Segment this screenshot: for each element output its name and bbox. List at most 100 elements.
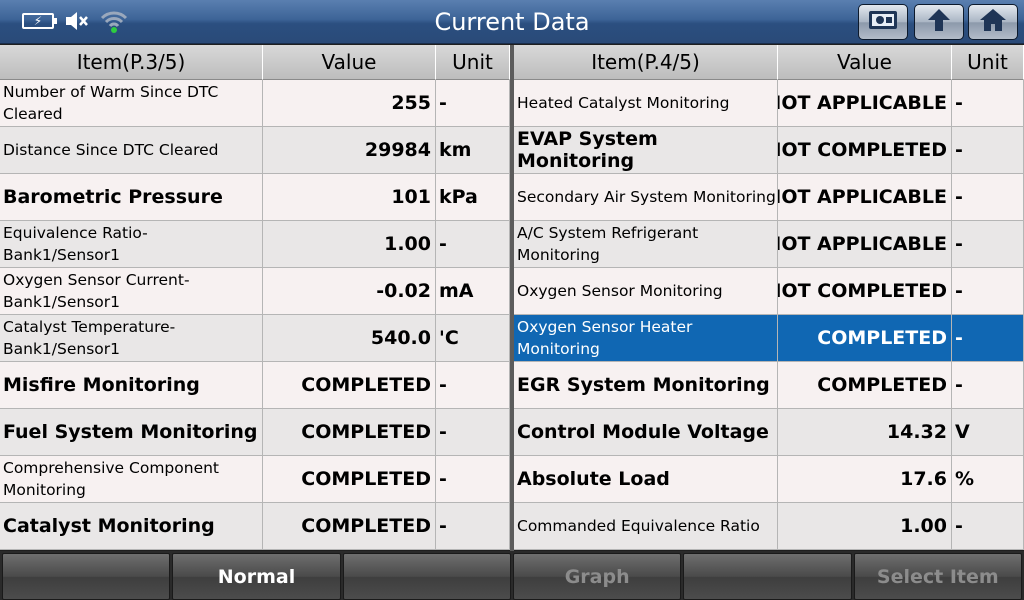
- table-row[interactable]: Heated Catalyst Monitoring NOT APPLICABL…: [514, 80, 1024, 127]
- row-unit: -: [436, 409, 510, 456]
- row-value: NOT APPLICABLE: [778, 174, 952, 221]
- home-icon: [978, 7, 1008, 37]
- row-item-label: EGR System Monitoring: [514, 362, 778, 409]
- row-item-label: Catalyst Temperature-Bank1/Sensor1: [0, 315, 263, 362]
- normal-button[interactable]: Normal: [172, 553, 341, 600]
- row-unit: 'C: [436, 315, 510, 362]
- table-row[interactable]: Commanded Equivalence Ratio 1.00 -: [514, 503, 1024, 550]
- row-value: 14.32: [778, 409, 952, 456]
- back-button[interactable]: [914, 4, 964, 40]
- row-value: COMPLETED: [778, 315, 952, 362]
- row-unit: -: [436, 362, 510, 409]
- row-unit: -: [952, 127, 1024, 174]
- row-value: 29984: [263, 127, 436, 174]
- row-unit: -: [952, 174, 1024, 221]
- row-value: 255: [263, 80, 436, 127]
- table-row[interactable]: EVAP System Monitoring NOT COMPLETED -: [514, 127, 1024, 174]
- row-value: NOT APPLICABLE: [778, 221, 952, 268]
- row-value: 101: [263, 174, 436, 221]
- empty-slot-button: [683, 553, 852, 600]
- row-unit: -: [952, 268, 1024, 315]
- row-item-label: Misfire Monitoring: [0, 362, 263, 409]
- table-row[interactable]: Number of Warm Since DTC Cleared 255 -: [0, 80, 510, 127]
- row-item-label: Oxygen Sensor Current-Bank1/Sensor1: [0, 268, 263, 315]
- table-row[interactable]: Oxygen Sensor Current-Bank1/Sensor1 -0.0…: [0, 268, 510, 315]
- row-item-label: Comprehensive Component Monitoring: [0, 456, 263, 503]
- table-row-selected[interactable]: Oxygen Sensor Heater Monitoring COMPLETE…: [514, 315, 1024, 362]
- bottom-toolbar: Normal Graph Select Item: [0, 551, 1024, 600]
- row-value: -0.02: [263, 268, 436, 315]
- item-column-header[interactable]: Item(P.3/5): [0, 45, 263, 80]
- row-unit: V: [952, 409, 1024, 456]
- row-item-label: Absolute Load: [514, 456, 778, 503]
- row-unit: -: [952, 503, 1024, 550]
- right-data-table: Item(P.4/5) Value Unit Heated Catalyst M…: [514, 45, 1024, 550]
- row-unit: -: [436, 80, 510, 127]
- table-row[interactable]: Catalyst Temperature-Bank1/Sensor1 540.0…: [0, 315, 510, 362]
- row-value: COMPLETED: [263, 456, 436, 503]
- table-row[interactable]: Oxygen Sensor Monitoring NOT COMPLETED -: [514, 268, 1024, 315]
- screenshot-icon: [867, 8, 899, 36]
- value-column-header[interactable]: Value: [263, 45, 436, 80]
- row-item-label: Barometric Pressure: [0, 174, 263, 221]
- empty-slot-button: [342, 553, 511, 600]
- row-item-label: Secondary Air System Monitoring: [514, 174, 778, 221]
- row-value: NOT COMPLETED: [778, 268, 952, 315]
- row-unit: -: [436, 221, 510, 268]
- row-unit: -: [436, 456, 510, 503]
- row-value: 1.00: [778, 503, 952, 550]
- row-item-label: Oxygen Sensor Monitoring: [514, 268, 778, 315]
- back-arrow-icon: [924, 7, 954, 37]
- table-row[interactable]: Distance Since DTC Cleared 29984 km: [0, 127, 510, 174]
- row-item-label: Number of Warm Since DTC Cleared: [0, 80, 263, 127]
- row-item-label: Equivalence Ratio-Bank1/Sensor1: [0, 221, 263, 268]
- row-value: NOT APPLICABLE: [778, 80, 952, 127]
- table-row[interactable]: Absolute Load 17.6 %: [514, 456, 1024, 503]
- row-value: 1.00: [263, 221, 436, 268]
- table-row[interactable]: Fuel System Monitoring COMPLETED -: [0, 409, 510, 456]
- row-value: COMPLETED: [778, 362, 952, 409]
- unit-column-header[interactable]: Unit: [436, 45, 510, 80]
- value-column-header[interactable]: Value: [778, 45, 952, 80]
- row-item-label: Control Module Voltage: [514, 409, 778, 456]
- row-value: COMPLETED: [263, 503, 436, 550]
- left-table-header: Item(P.3/5) Value Unit: [0, 45, 510, 80]
- row-unit: %: [952, 456, 1024, 503]
- row-unit: -: [952, 315, 1024, 362]
- row-unit: -: [952, 221, 1024, 268]
- unit-column-header[interactable]: Unit: [952, 45, 1024, 80]
- row-item-label: Fuel System Monitoring: [0, 409, 263, 456]
- item-column-header[interactable]: Item(P.4/5): [514, 45, 778, 80]
- table-row[interactable]: Control Module Voltage 14.32 V: [514, 409, 1024, 456]
- row-item-label: Heated Catalyst Monitoring: [514, 80, 778, 127]
- table-row[interactable]: Catalyst Monitoring COMPLETED -: [0, 503, 510, 550]
- right-table-header: Item(P.4/5) Value Unit: [514, 45, 1024, 80]
- table-row[interactable]: Misfire Monitoring COMPLETED -: [0, 362, 510, 409]
- row-item-label: Oxygen Sensor Heater Monitoring: [514, 315, 778, 362]
- row-value: 17.6: [778, 456, 952, 503]
- left-data-table: Item(P.3/5) Value Unit Number of Warm Si…: [0, 45, 510, 550]
- screenshot-button[interactable]: [858, 4, 908, 40]
- graph-button[interactable]: Graph: [512, 553, 682, 600]
- row-unit: -: [952, 80, 1024, 127]
- table-row[interactable]: Equivalence Ratio-Bank1/Sensor1 1.00 -: [0, 221, 510, 268]
- row-unit: -: [436, 503, 510, 550]
- table-row[interactable]: EGR System Monitoring COMPLETED -: [514, 362, 1024, 409]
- row-unit: -: [952, 362, 1024, 409]
- row-item-label: EVAP System Monitoring: [514, 127, 778, 174]
- table-row[interactable]: Comprehensive Component Monitoring COMPL…: [0, 456, 510, 503]
- row-item-label: A/C System Refrigerant Monitoring: [514, 221, 778, 268]
- table-row[interactable]: A/C System Refrigerant Monitoring NOT AP…: [514, 221, 1024, 268]
- row-value: NOT COMPLETED: [778, 127, 952, 174]
- home-button[interactable]: [968, 4, 1018, 40]
- row-unit: km: [436, 127, 510, 174]
- row-unit: mA: [436, 268, 510, 315]
- empty-slot-button: [2, 553, 171, 600]
- row-value: COMPLETED: [263, 362, 436, 409]
- table-row[interactable]: Secondary Air System Monitoring NOT APPL…: [514, 174, 1024, 221]
- table-row[interactable]: Barometric Pressure 101 kPa: [0, 174, 510, 221]
- select-item-button[interactable]: Select Item: [853, 553, 1022, 600]
- row-value: COMPLETED: [263, 409, 436, 456]
- row-item-label: Catalyst Monitoring: [0, 503, 263, 550]
- row-unit: kPa: [436, 174, 510, 221]
